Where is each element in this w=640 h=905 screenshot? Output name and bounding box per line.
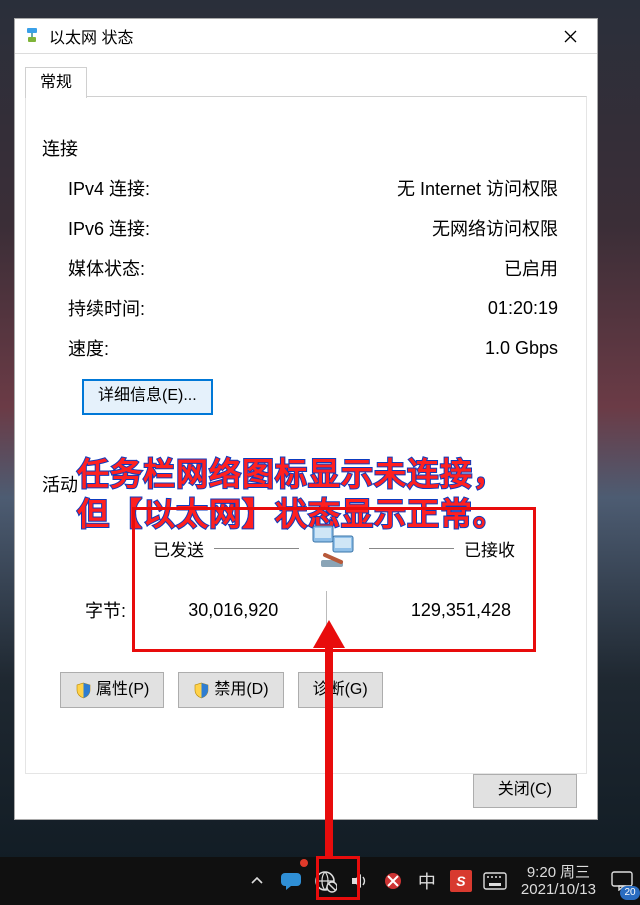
titlebar-title: 以太网 状态: [49, 24, 133, 48]
annotation-tray-highlight: [316, 856, 360, 900]
touch-keyboard-icon[interactable]: [481, 857, 509, 905]
row-ipv4: IPv4 连接: 无 Internet 访问权限: [40, 175, 572, 201]
value-media-state: 已启用: [208, 255, 572, 281]
shield-icon: [75, 682, 92, 699]
clock-day: 周三: [560, 864, 590, 881]
label-duration: 持续时间:: [68, 295, 208, 321]
ethernet-status-dialog: 以太网 状态 常规 连接 IPv4 连接: 无 Internet 访问权限 IP…: [14, 18, 598, 820]
annotation-line-1: 任务栏网络图标显示未连接，: [77, 454, 587, 494]
disable-button[interactable]: 禁用(D): [178, 672, 283, 708]
network-activity-icon: [309, 522, 359, 575]
properties-button[interactable]: 属性(P): [60, 672, 164, 708]
tab-pane: 连接 IPv4 连接: 无 Internet 访问权限 IPv6 连接: 无网络…: [25, 96, 587, 774]
clock-time: 9:20: [527, 864, 556, 881]
disable-label: 禁用(D): [214, 675, 268, 705]
tray-overflow-button[interactable]: [243, 857, 271, 905]
received-bytes: 129,351,428: [327, 600, 522, 621]
ethernet-icon: [23, 27, 41, 45]
ime-indicator[interactable]: 中: [413, 857, 441, 905]
value-ipv4: 无 Internet 访问权限: [208, 175, 572, 201]
close-button[interactable]: [547, 19, 593, 53]
label-speed: 速度:: [68, 335, 208, 361]
row-duration: 持续时间: 01:20:19: [40, 295, 572, 321]
annotation-arrow: [319, 620, 339, 858]
security-icon[interactable]: [379, 857, 407, 905]
diagnose-button[interactable]: 诊断(G): [298, 672, 383, 708]
sent-bytes: 30,016,920: [141, 600, 326, 621]
tab-general[interactable]: 常规: [25, 67, 87, 98]
shield-icon: [193, 682, 210, 699]
sogou-ime-icon[interactable]: S: [447, 857, 475, 905]
value-ipv6: 无网络访问权限: [208, 215, 572, 241]
label-ipv6: IPv6 连接:: [68, 215, 208, 241]
bytes-label: 字节:: [85, 597, 141, 623]
chat-icon[interactable]: [277, 857, 305, 905]
value-duration: 01:20:19: [208, 298, 572, 319]
dialog-close-button[interactable]: 关闭(C): [473, 774, 577, 808]
taskbar-clock[interactable]: 9:20周三 2021/10/13: [515, 857, 602, 905]
chat-notif-dot: [300, 859, 308, 867]
row-speed: 速度: 1.0 Gbps: [40, 335, 572, 361]
row-media-state: 媒体状态: 已启用: [40, 255, 572, 281]
received-label: 已接收: [464, 536, 515, 561]
row-ipv6: IPv6 连接: 无网络访问权限: [40, 215, 572, 241]
action-center-icon[interactable]: 20: [608, 857, 636, 905]
label-ipv4: IPv4 连接:: [68, 175, 208, 201]
properties-label: 属性(P): [96, 675, 149, 705]
details-button[interactable]: 详细信息(E)...: [82, 379, 213, 415]
action-center-badge: 20: [620, 886, 640, 900]
clock-date: 2021/10/13: [521, 881, 596, 898]
sent-label: 已发送: [153, 536, 204, 561]
titlebar: 以太网 状态: [15, 19, 597, 54]
label-media-state: 媒体状态:: [68, 255, 208, 281]
connection-heading: 连接: [42, 135, 572, 161]
value-speed: 1.0 Gbps: [208, 338, 572, 359]
